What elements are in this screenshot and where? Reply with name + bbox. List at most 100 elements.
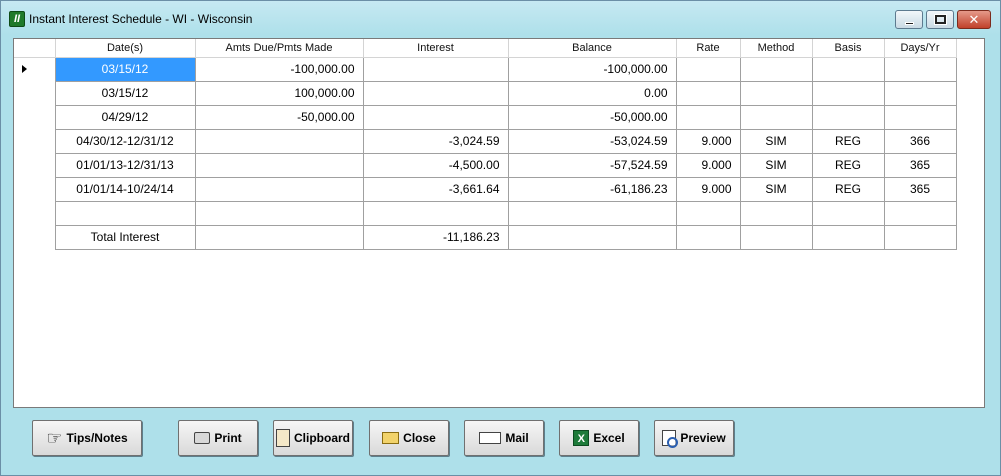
column-header[interactable]: Days/Yr — [884, 39, 957, 58]
minimize-button[interactable] — [895, 10, 923, 29]
cell-amount[interactable]: -50,000.00 — [194, 104, 364, 130]
cell-interest[interactable]: -4,500.00 — [362, 152, 509, 178]
cell-date[interactable]: 04/29/12 — [54, 104, 196, 130]
cell-rate[interactable]: 9.000 — [675, 152, 741, 178]
cell-days[interactable] — [883, 56, 957, 82]
row-header[interactable] — [14, 201, 56, 225]
column-header[interactable]: Rate — [676, 39, 741, 58]
cell-balance[interactable]: -57,524.59 — [507, 152, 677, 178]
schedule-grid[interactable]: Date(s) Amts Due/Pmts Made Interest Bala… — [13, 38, 985, 408]
cell-interest[interactable]: -3,024.59 — [362, 128, 509, 154]
cell-balance[interactable]: -50,000.00 — [507, 104, 677, 130]
cell-rate[interactable] — [675, 104, 741, 130]
table-row[interactable]: 01/01/13-12/31/13 -4,500.00 -57,524.59 9.00… — [14, 152, 957, 178]
cell-amount[interactable] — [194, 224, 364, 250]
cell-date[interactable]: 01/01/14-10/24/14 — [54, 176, 196, 202]
cell-days[interactable]: 366 — [883, 128, 957, 154]
cell-basis[interactable]: REG — [811, 152, 885, 178]
cell-basis[interactable] — [811, 56, 885, 82]
cell-basis[interactable] — [811, 224, 885, 250]
row-header[interactable] — [14, 105, 56, 129]
cell-amount[interactable]: 100,000.00 — [194, 80, 364, 106]
cell-date[interactable]: 01/01/13-12/31/13 — [54, 152, 196, 178]
cell-days[interactable] — [883, 104, 957, 130]
cell-basis[interactable]: REG — [811, 128, 885, 154]
cell-method[interactable]: SIM — [739, 128, 813, 154]
cell-date[interactable] — [54, 200, 196, 226]
cell-interest[interactable] — [362, 104, 509, 130]
row-header[interactable] — [14, 225, 56, 249]
maximize-button[interactable] — [926, 10, 954, 29]
row-header[interactable] — [14, 57, 56, 81]
table-row[interactable]: 03/15/12 100,000.00 0.00 — [14, 80, 957, 106]
cell-days[interactable]: 365 — [883, 152, 957, 178]
row-header[interactable] — [14, 153, 56, 177]
cell-method[interactable]: SIM — [739, 152, 813, 178]
cell-balance[interactable]: 0.00 — [507, 80, 677, 106]
cell-amount[interactable]: -100,000.00 — [194, 56, 364, 82]
table-row[interactable]: 04/29/12 -50,000.00 -50,000.00 — [14, 104, 957, 130]
tips-notes-button[interactable]: ☞ Tips/Notes — [32, 420, 142, 456]
cell-method[interactable]: SIM — [739, 176, 813, 202]
close-button[interactable]: Close — [369, 420, 449, 456]
print-button[interactable]: Print — [178, 420, 258, 456]
row-header[interactable] — [14, 129, 56, 153]
cell-balance[interactable]: -53,024.59 — [507, 128, 677, 154]
cell-balance[interactable] — [507, 200, 677, 226]
cell-basis[interactable]: REG — [811, 176, 885, 202]
column-header[interactable]: Amts Due/Pmts Made — [195, 39, 364, 58]
table-row[interactable] — [14, 200, 957, 226]
clipboard-button[interactable]: Clipboard — [273, 420, 353, 456]
cell-date[interactable]: 03/15/12 — [54, 56, 196, 82]
cell-basis[interactable] — [811, 200, 885, 226]
cell-date[interactable]: Total Interest — [54, 224, 196, 250]
cell-balance[interactable]: -61,186.23 — [507, 176, 677, 202]
table-row[interactable]: 01/01/14-10/24/14 -3,661.64 -61,186.23 9.00… — [14, 176, 957, 202]
cell-interest[interactable] — [362, 200, 509, 226]
table-row[interactable]: 03/15/12 -100,000.00 -100,000.00 — [14, 56, 957, 82]
cell-balance[interactable] — [507, 224, 677, 250]
cell-rate[interactable] — [675, 224, 741, 250]
title-bar[interactable]: II Instant Interest Schedule - WI - Wisc… — [1, 1, 1000, 35]
cell-rate[interactable] — [675, 200, 741, 226]
cell-date[interactable]: 03/15/12 — [54, 80, 196, 106]
cell-rate[interactable] — [675, 80, 741, 106]
cell-method[interactable] — [739, 104, 813, 130]
cell-amount[interactable] — [194, 200, 364, 226]
row-header[interactable] — [14, 81, 56, 105]
cell-balance[interactable]: -100,000.00 — [507, 56, 677, 82]
mail-button[interactable]: Mail — [464, 420, 544, 456]
cell-interest[interactable]: -11,186.23 — [362, 224, 509, 250]
excel-button[interactable]: X Excel — [559, 420, 639, 456]
table-row[interactable]: Total Interest -11,186.23 — [14, 224, 957, 250]
cell-interest[interactable] — [362, 80, 509, 106]
cell-rate[interactable]: 9.000 — [675, 128, 741, 154]
table-row[interactable]: 04/30/12-12/31/12 -3,024.59 -53,024.59 9.00… — [14, 128, 957, 154]
cell-method[interactable] — [739, 224, 813, 250]
cell-days[interactable] — [883, 200, 957, 226]
cell-amount[interactable] — [194, 152, 364, 178]
cell-method[interactable] — [739, 56, 813, 82]
cell-basis[interactable] — [811, 104, 885, 130]
cell-method[interactable] — [739, 200, 813, 226]
column-header[interactable]: Interest — [363, 39, 509, 58]
cell-method[interactable] — [739, 80, 813, 106]
cell-basis[interactable] — [811, 80, 885, 106]
close-window-button[interactable]: ✕ — [957, 10, 991, 29]
cell-days[interactable] — [883, 224, 957, 250]
cell-rate[interactable] — [675, 56, 741, 82]
cell-interest[interactable] — [362, 56, 509, 82]
column-header[interactable]: Basis — [812, 39, 885, 58]
cell-date[interactable]: 04/30/12-12/31/12 — [54, 128, 196, 154]
preview-button[interactable]: Preview — [654, 420, 734, 456]
cell-interest[interactable]: -3,661.64 — [362, 176, 509, 202]
column-header[interactable]: Balance — [508, 39, 677, 58]
row-header[interactable] — [14, 177, 56, 201]
cell-days[interactable] — [883, 80, 957, 106]
cell-rate[interactable]: 9.000 — [675, 176, 741, 202]
column-header[interactable]: Date(s) — [55, 39, 196, 58]
cell-days[interactable]: 365 — [883, 176, 957, 202]
column-header[interactable]: Method — [740, 39, 813, 58]
cell-amount[interactable] — [194, 176, 364, 202]
cell-amount[interactable] — [194, 128, 364, 154]
